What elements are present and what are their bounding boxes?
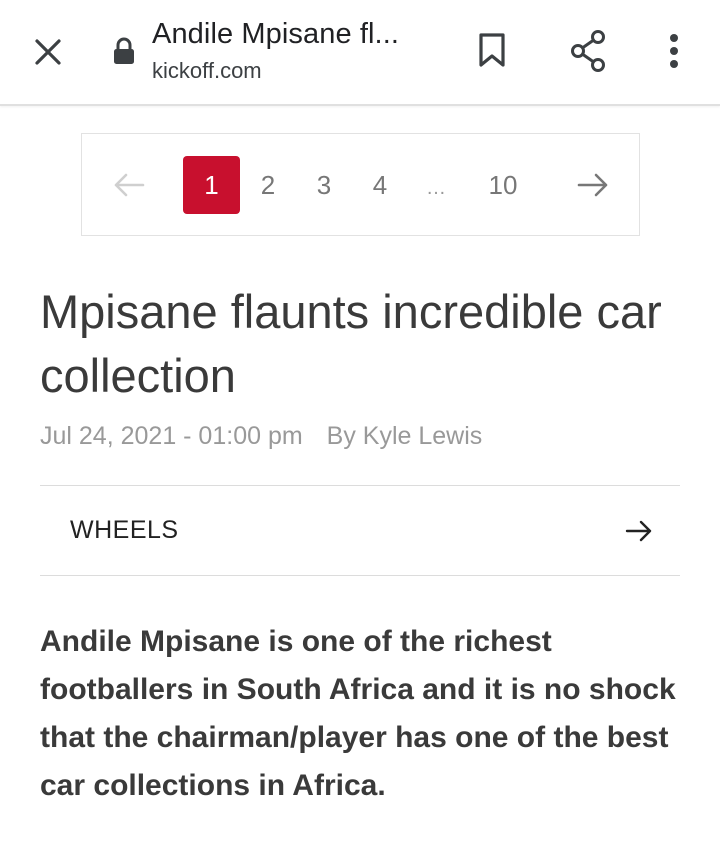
browser-toolbar: Andile Mpisane fl... kickoff.com bbox=[0, 0, 720, 106]
page-link-10[interactable]: 10 bbox=[478, 156, 528, 214]
page-link-2[interactable]: 2 bbox=[250, 156, 286, 214]
arrow-right-icon bbox=[624, 516, 654, 546]
article-headline: Mpisane flaunts incredible car collectio… bbox=[40, 285, 662, 402]
page-url: kickoff.com bbox=[152, 58, 262, 83]
page-link-3[interactable]: 3 bbox=[306, 156, 342, 214]
page-link-1-active[interactable]: 1 bbox=[183, 156, 240, 214]
bookmark-icon[interactable] bbox=[470, 28, 514, 72]
share-icon[interactable] bbox=[564, 27, 612, 75]
next-page-arrow-icon[interactable] bbox=[570, 156, 616, 214]
pagination: 1 2 3 4 … 10 bbox=[81, 133, 640, 236]
lock-icon bbox=[111, 36, 137, 66]
more-vert-icon[interactable] bbox=[652, 27, 696, 75]
page-title: Andile Mpisane fl... bbox=[152, 18, 400, 50]
category-link[interactable]: WHEELS bbox=[40, 485, 680, 576]
article-lead-paragraph: Andile Mpisane is one of the richest foo… bbox=[40, 625, 676, 802]
article-author: By Kyle Lewis bbox=[326, 422, 483, 450]
category-label: WHEELS bbox=[70, 516, 179, 544]
article-meta: Jul 24, 2021 - 01:00 pm By Kyle Lewis bbox=[40, 422, 482, 451]
page-ellipsis: … bbox=[426, 176, 446, 199]
article-date: Jul 24, 2021 - 01:00 pm bbox=[40, 422, 303, 450]
page-link-4[interactable]: 4 bbox=[362, 156, 398, 214]
close-icon[interactable] bbox=[28, 32, 68, 72]
prev-page-arrow-icon[interactable] bbox=[106, 156, 152, 214]
